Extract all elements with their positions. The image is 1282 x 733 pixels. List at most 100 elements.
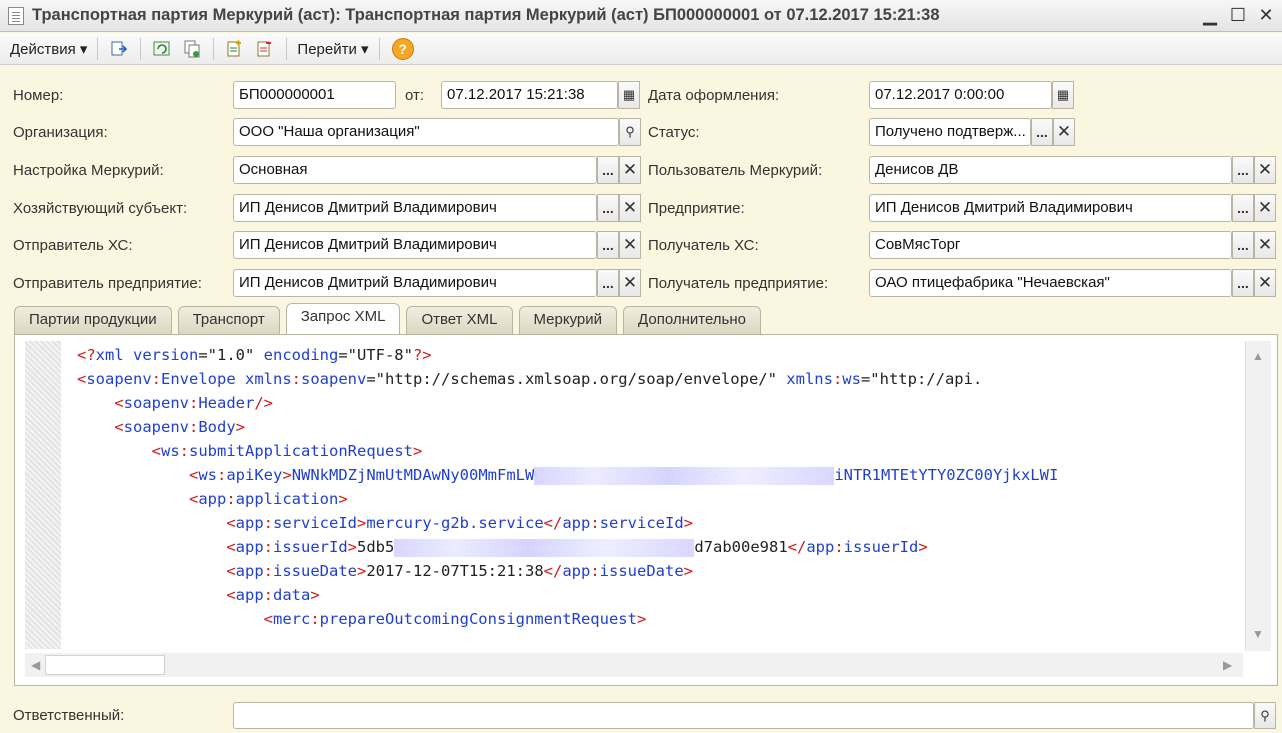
calendar-icon[interactable]: ▦	[1052, 81, 1074, 109]
receiver-enterprise-select-button[interactable]: ...	[1232, 269, 1254, 297]
responsible-field[interactable]	[233, 702, 1254, 729]
xml-line: <app:serviceId>mercury-g2b.service</app:…	[77, 512, 1243, 536]
xml-token: mercury-g2b.service	[366, 514, 544, 532]
status-field[interactable]: Получено подтверж...	[869, 118, 1031, 146]
xml-token: app	[562, 514, 591, 532]
receiver-hs-select-button[interactable]: ...	[1232, 231, 1254, 259]
sender-hs-clear-button[interactable]: ✕	[619, 231, 641, 259]
window-title: Транспортная партия Меркурий (аст): Тран…	[32, 6, 940, 24]
enterprise-select-button[interactable]: ...	[1232, 194, 1254, 222]
scroll-down-icon[interactable]: ▼	[1252, 627, 1264, 641]
xml-token: >	[412, 442, 423, 460]
business-entity-clear-button[interactable]: ✕	[619, 194, 641, 222]
sender-enterprise-select-button[interactable]: ...	[597, 269, 619, 297]
xml-token: app	[235, 562, 264, 580]
mercury-user-field[interactable]: Денисов ДВ	[869, 156, 1232, 184]
calendar-icon[interactable]: ▦	[618, 81, 640, 109]
status-select-button[interactable]: ...	[1031, 118, 1053, 146]
document-icon	[8, 6, 24, 25]
tab-mercury[interactable]: Меркурий	[518, 306, 618, 334]
tab-product-batches[interactable]: Партии продукции	[14, 306, 172, 334]
status-clear-button[interactable]: ✕	[1053, 118, 1075, 146]
goto-menu[interactable]: Перейти ▾	[293, 40, 372, 58]
xml-token: :	[263, 538, 273, 556]
minimize-button[interactable]: ▁	[1200, 4, 1220, 26]
business-entity-select-button[interactable]: ...	[597, 194, 619, 222]
xml-token: :	[590, 514, 600, 532]
post-and-close-icon[interactable]	[109, 39, 129, 59]
xml-token: ="UTF-8"	[338, 346, 413, 364]
number-field[interactable]: БП000000001	[233, 81, 396, 109]
xml-token: :	[291, 370, 302, 388]
sender-hs-field[interactable]: ИП Денисов Дмитрий Владимирович	[233, 231, 597, 259]
tab-transport[interactable]: Транспорт	[177, 306, 280, 334]
xml-token: :	[179, 442, 190, 460]
xml-code-area[interactable]: <?xml version="1.0" encoding="UTF-8"?> <…	[77, 344, 1243, 644]
tab-additional[interactable]: Дополнительно	[623, 306, 761, 334]
sender-enterprise-field[interactable]: ИП Денисов Дмитрий Владимирович	[233, 269, 597, 297]
xml-token: :	[310, 610, 320, 628]
tab-response-xml[interactable]: Ответ XML	[406, 306, 513, 334]
xml-token: serviceId	[599, 514, 684, 532]
xml-token: </	[543, 562, 563, 580]
receiver-enterprise-clear-button[interactable]: ✕	[1254, 269, 1276, 297]
xml-line: <soapenv:Envelope xmlns:soapenv="http://…	[77, 368, 1243, 392]
xml-token: application	[235, 490, 339, 508]
scroll-up-icon[interactable]: ▲	[1252, 349, 1264, 363]
xml-token: app	[198, 490, 227, 508]
tab-request-xml[interactable]: Запрос XML	[285, 303, 401, 334]
scroll-right-icon[interactable]: ▶	[1223, 658, 1232, 672]
search-icon[interactable]: ⚲	[619, 118, 641, 146]
mercury-settings-select-button[interactable]: ...	[597, 156, 619, 184]
xml-line: <app:data>	[77, 584, 1243, 608]
xml-line: <ws:submitApplicationRequest>	[77, 440, 1243, 464]
enterprise-field[interactable]: ИП Денисов Дмитрий Владимирович	[869, 194, 1232, 222]
help-button[interactable]: ?	[391, 37, 414, 60]
receiver-hs-clear-button[interactable]: ✕	[1254, 231, 1276, 259]
sender-enterprise-clear-button[interactable]: ✕	[619, 269, 641, 297]
vertical-scrollbar[interactable]: ▲ ▼	[1245, 341, 1271, 651]
enterprise-clear-button[interactable]: ✕	[1254, 194, 1276, 222]
xml-token: 5db5	[357, 538, 395, 556]
xml-token: app	[235, 586, 264, 604]
xml-token: :	[263, 514, 273, 532]
xml-token: app	[806, 538, 835, 556]
copy-icon[interactable]	[182, 39, 202, 59]
xml-token: :	[832, 370, 843, 388]
receiver-hs-field[interactable]: СовМясТорг	[869, 231, 1232, 259]
xml-token: submitApplicationRequest	[189, 442, 413, 460]
scroll-left-icon[interactable]: ◀	[31, 658, 40, 672]
from-date-field[interactable]: 07.12.2017 15:21:38	[441, 81, 618, 109]
mercury-settings-field[interactable]: Основная	[233, 156, 597, 184]
sender-enterprise-label: Отправитель предприятие:	[13, 275, 202, 292]
xml-token: xmlns	[786, 370, 833, 388]
xml-line: <app:application>	[77, 488, 1243, 512]
xml-token: ="http://api.	[860, 370, 983, 388]
actions-menu[interactable]: Действия ▾	[6, 40, 91, 58]
xml-request-editor[interactable]: <?xml version="1.0" encoding="UTF-8"?> <…	[14, 334, 1278, 686]
refresh-icon[interactable]	[152, 39, 172, 59]
mercury-user-select-button[interactable]: ...	[1232, 156, 1254, 184]
search-icon[interactable]: ⚲	[1254, 702, 1276, 729]
maximize-button[interactable]: ☐	[1228, 4, 1248, 26]
organization-field[interactable]: ООО "Наша организация"	[233, 118, 619, 146]
sender-hs-select-button[interactable]: ...	[597, 231, 619, 259]
close-button[interactable]: ✕	[1256, 4, 1276, 26]
horizontal-scrollbar[interactable]: ◀ ▶	[25, 653, 1243, 677]
xml-token: <	[188, 490, 199, 508]
business-entity-field[interactable]: ИП Денисов Дмитрий Владимирович	[233, 194, 597, 222]
mercury-settings-clear-button[interactable]: ✕	[619, 156, 641, 184]
horizontal-scroll-thumb[interactable]	[45, 655, 165, 675]
window-controls: ▁ ☐ ✕	[1200, 4, 1276, 26]
mercury-user-clear-button[interactable]: ✕	[1254, 156, 1276, 184]
xml-token: ="1.0"	[198, 346, 264, 364]
post-document-icon[interactable]	[225, 39, 245, 59]
xml-token: </	[787, 538, 807, 556]
xml-token: >	[357, 514, 367, 532]
unpost-document-icon[interactable]	[255, 39, 275, 59]
receiver-enterprise-field[interactable]: ОАО птицефабрика "Нечаевская"	[869, 269, 1232, 297]
xml-token: <	[77, 370, 87, 388]
xml-token: Body	[198, 418, 236, 436]
issue-date-field[interactable]: 07.12.2017 0:00:00	[869, 81, 1052, 109]
organization-label: Организация:	[13, 124, 108, 141]
